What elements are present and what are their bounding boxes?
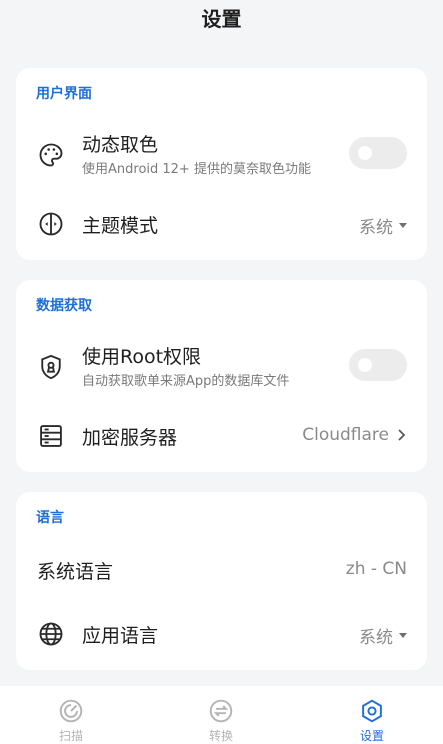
dynamic-color-row[interactable]: 动态取色 使用Android 12+ 提供的莫奈取色功能 <box>16 120 427 190</box>
nav-label-convert: 转换 <box>208 729 233 743</box>
shield-icon <box>37 353 65 381</box>
language-section-card: 语言 系统语言 zh - CN 应用语言 系统 <box>16 492 427 670</box>
nav-item-settings[interactable]: 设置 <box>312 686 432 744</box>
app-language-row[interactable]: 应用语言 系统 <box>16 610 427 658</box>
system-language-value: zh - CN <box>345 559 407 579</box>
dynamic-color-toggle[interactable] <box>349 137 407 169</box>
root-permission-title: 使用Root权限 <box>82 346 202 368</box>
scan-icon <box>59 699 83 723</box>
toggle-knob <box>358 358 372 372</box>
root-permission-row[interactable]: 使用Root权限 自动获取歌单来源App的数据库文件 <box>16 332 427 402</box>
dynamic-color-title: 动态取色 <box>82 134 159 156</box>
dynamic-color-subtitle: 使用Android 12+ 提供的莫奈取色功能 <box>82 162 311 177</box>
dropdown-arrow-icon <box>399 633 407 638</box>
theme-mode-icon <box>37 210 65 238</box>
encrypt-server-value: Cloudflare <box>302 425 389 445</box>
ui-section-heading: 用户界面 <box>36 86 92 102</box>
chevron-right-icon <box>395 428 407 442</box>
ui-section-card: 用户界面 动态取色 使用Android 12+ 提供的莫奈取色功能 主题模式 系… <box>16 68 427 260</box>
language-section-heading: 语言 <box>36 510 64 526</box>
encrypt-server-row[interactable]: 加密服务器 Cloudflare <box>16 412 427 460</box>
encrypt-server-selector[interactable]: Cloudflare <box>302 425 407 445</box>
app-language-value: 系统 <box>359 628 393 648</box>
toggle-knob <box>358 146 372 160</box>
data-section-card: 数据获取 使用Root权限 自动获取歌单来源App的数据库文件 加密服务器 Cl… <box>16 280 427 472</box>
convert-icon <box>209 699 233 723</box>
nav-label-scan: 扫描 <box>58 729 83 743</box>
nav-item-convert[interactable]: 转换 <box>161 686 281 744</box>
system-language-title: 系统语言 <box>37 561 114 583</box>
settings-hex-icon <box>362 699 382 723</box>
page-title: 设置 <box>201 7 242 31</box>
root-permission-subtitle: 自动获取歌单来源App的数据库文件 <box>82 374 290 389</box>
theme-mode-value: 系统 <box>359 218 393 238</box>
app-language-dropdown[interactable]: 系统 <box>359 623 407 648</box>
server-icon <box>37 422 65 450</box>
nav-item-scan[interactable]: 扫描 <box>11 686 131 744</box>
root-permission-toggle[interactable] <box>349 349 407 381</box>
app-language-title: 应用语言 <box>82 625 159 647</box>
bottom-nav: 扫描 转换 设置 <box>0 686 443 744</box>
system-language-row: 系统语言 zh - CN <box>16 546 427 594</box>
globe-icon <box>37 620 65 648</box>
encrypt-server-title: 加密服务器 <box>82 427 178 449</box>
theme-mode-dropdown[interactable]: 系统 <box>359 213 407 238</box>
nav-label-settings: 设置 <box>359 729 384 743</box>
theme-mode-title: 主题模式 <box>82 215 159 237</box>
palette-icon <box>37 141 65 169</box>
dropdown-arrow-icon <box>399 223 407 228</box>
theme-mode-row[interactable]: 主题模式 系统 <box>16 200 427 248</box>
data-section-heading: 数据获取 <box>36 298 92 314</box>
